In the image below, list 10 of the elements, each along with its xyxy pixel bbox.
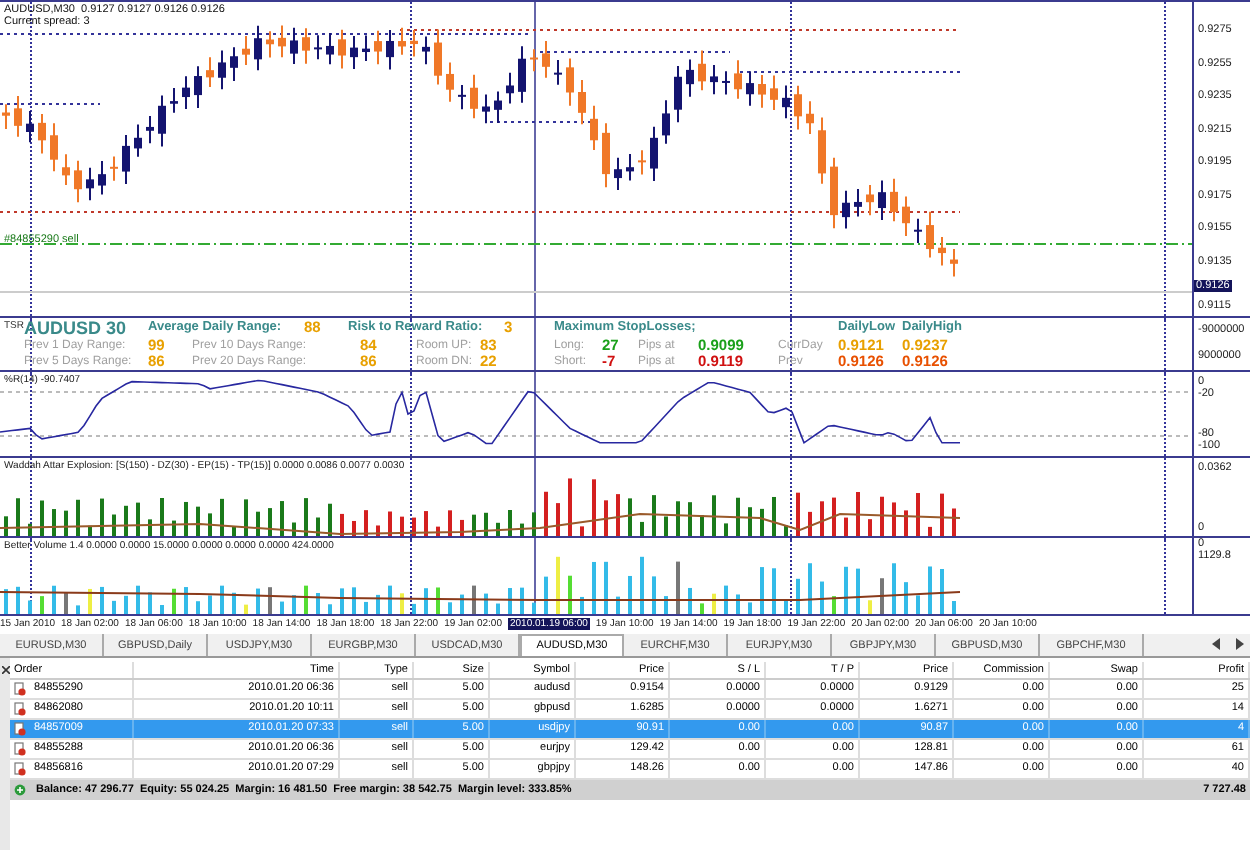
- symbol-title: AUDUSD 30: [24, 320, 127, 337]
- close-icon[interactable]: [1, 666, 9, 674]
- order-icon: [14, 742, 26, 756]
- scroll-right-icon[interactable]: [1234, 638, 1244, 650]
- scroll-left-icon[interactable]: [1212, 638, 1222, 650]
- order-icon: [14, 682, 26, 696]
- order-icon: [14, 702, 26, 716]
- plus-icon: [14, 784, 26, 796]
- order-icon: [14, 762, 26, 776]
- order-icon: [14, 722, 26, 736]
